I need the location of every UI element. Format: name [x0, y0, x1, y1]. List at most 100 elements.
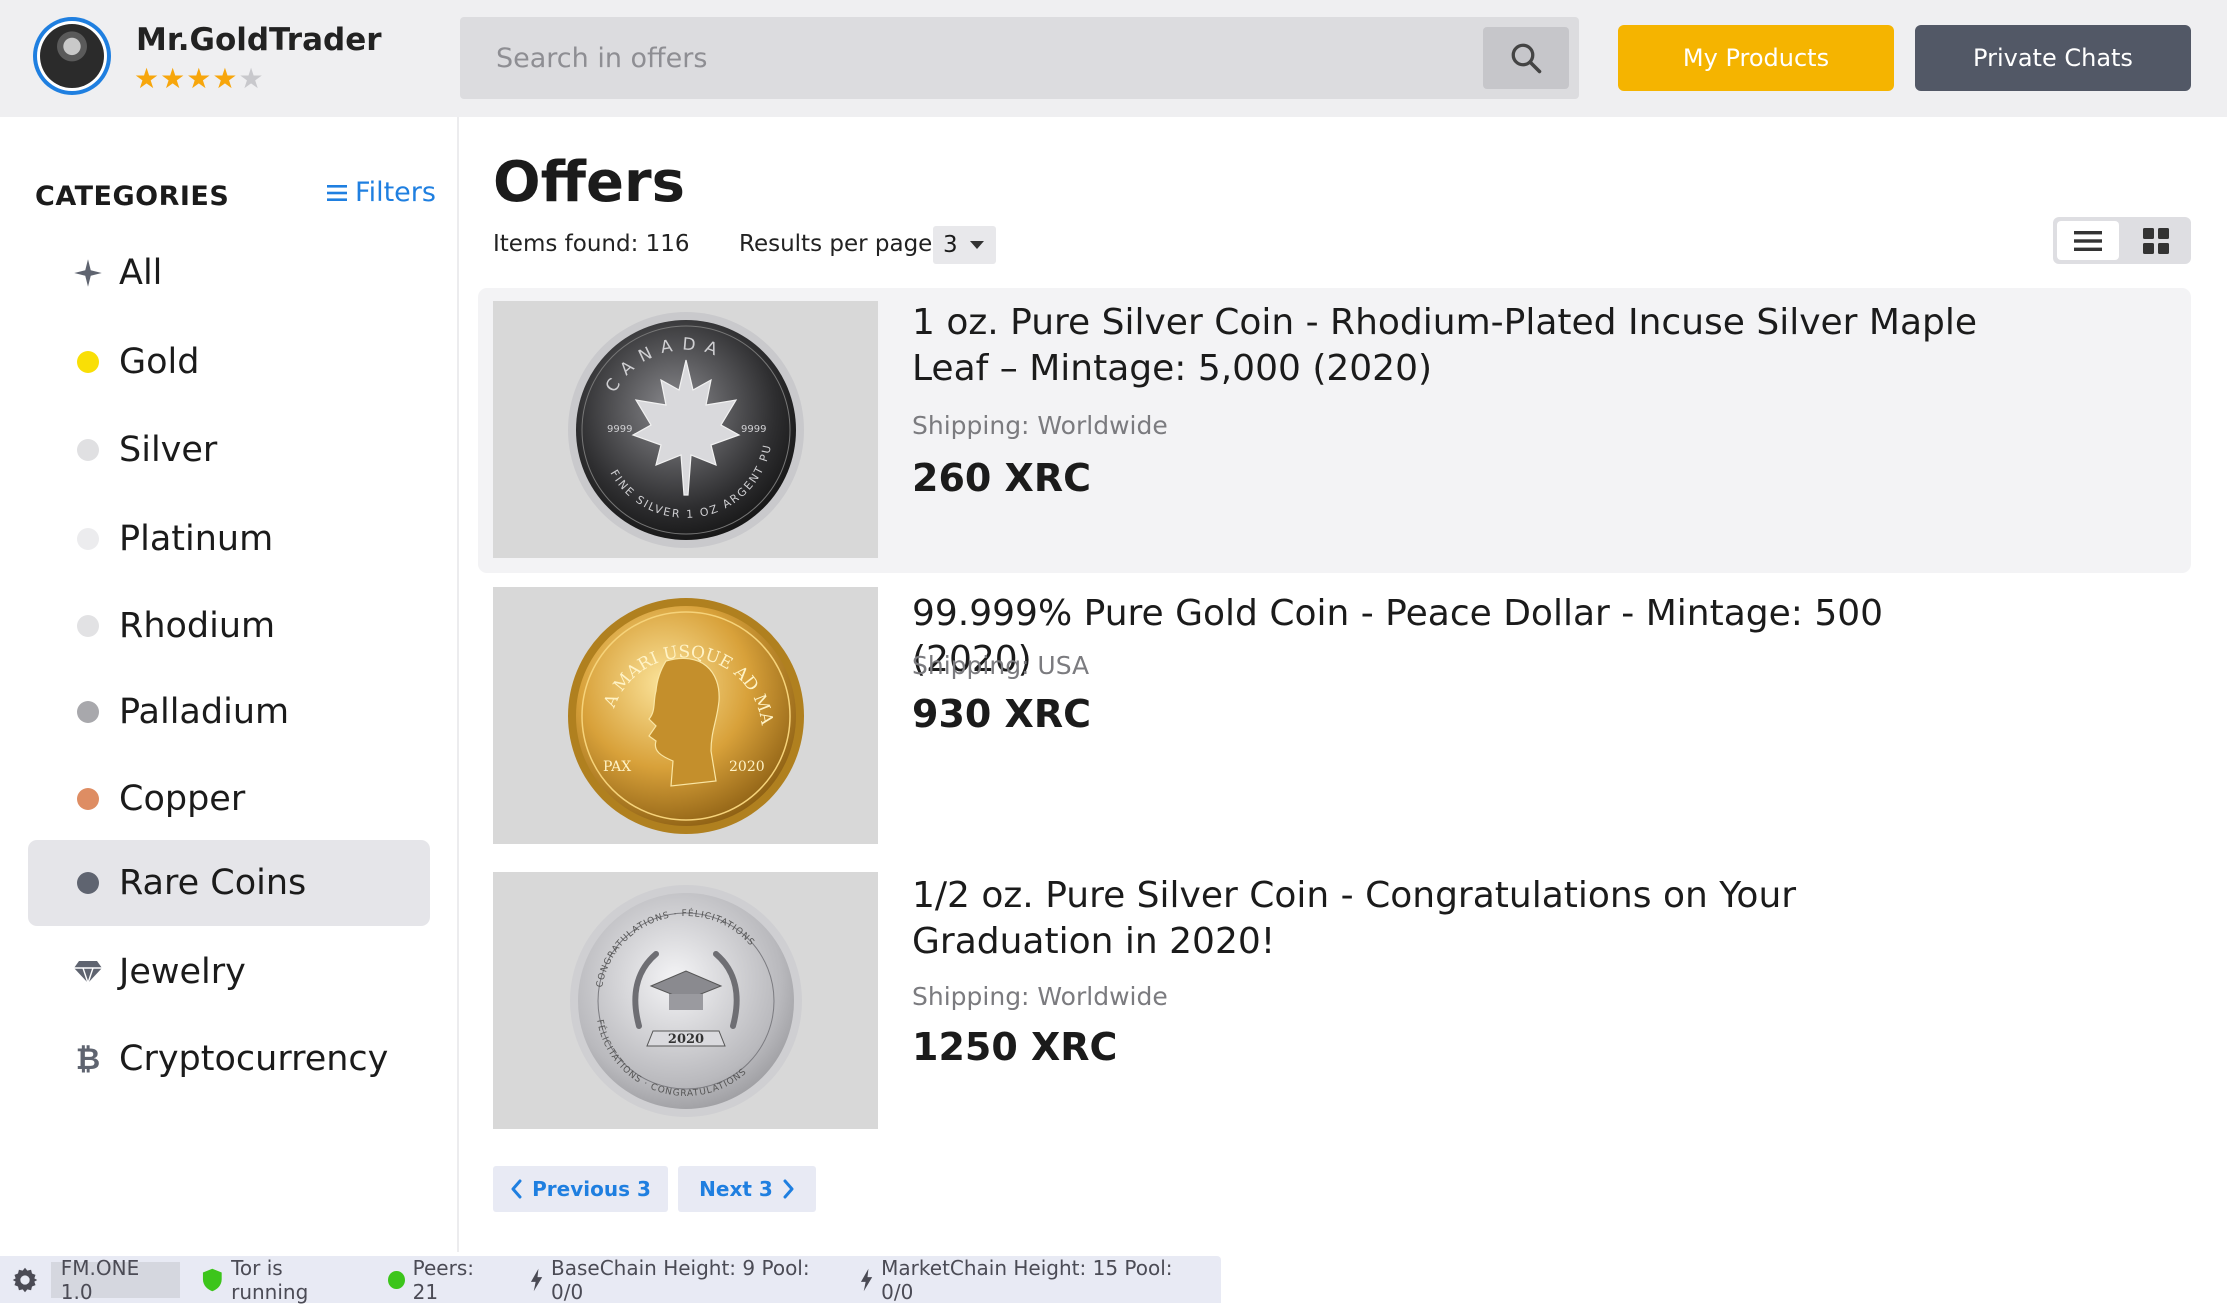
offer-image[interactable]: A MARI USQUE AD MARE PAX 2020 [493, 587, 878, 844]
tor-status: Tor is running [202, 1256, 357, 1304]
next-page-button[interactable]: Next 3 [678, 1166, 816, 1212]
tor-status-label: Tor is running [231, 1255, 309, 1304]
silver-maple-coin-image: CANADA 9999 9999 FINE SILVER 1 OZ ARGENT… [561, 305, 804, 548]
search-input[interactable] [460, 17, 1480, 99]
app-version: FM.ONE 1.0 [50, 1256, 181, 1304]
list-view-button[interactable] [2057, 221, 2119, 260]
offer-image[interactable]: CANADA 9999 9999 FINE SILVER 1 OZ ARGENT… [493, 301, 878, 558]
category-cryptocurrency[interactable]: ₿ Cryptocurrency [28, 1016, 430, 1102]
category-rhodium[interactable]: Rhodium [28, 583, 430, 669]
list-view-icon [2074, 230, 2102, 251]
coin-right-mark: 2020 [729, 759, 765, 775]
categories-sidebar: CATEGORIES Filters All Gold Silver Plati… [0, 117, 459, 1252]
star-filled-icon: ★ [160, 62, 187, 95]
category-label: Platinum [119, 519, 274, 559]
category-rare-coins[interactable]: Rare Coins [28, 840, 430, 926]
category-label: Gold [119, 342, 200, 382]
grid-view-button[interactable] [2125, 221, 2187, 260]
coin-left-mark: 9999 [607, 424, 632, 435]
private-chats-button[interactable]: Private Chats [1915, 25, 2191, 91]
results-per-page-label: Results per page [739, 231, 933, 257]
chevron-right-icon [783, 1179, 794, 1199]
offer-price: 1250 XRC [912, 1025, 1118, 1069]
coin-right-mark: 9999 [741, 424, 766, 435]
user-rating: ★★★★★ [134, 62, 265, 95]
shield-icon [203, 1268, 223, 1291]
settings-button[interactable] [0, 1256, 51, 1303]
offer-shipping: Shipping: Worldwide [912, 982, 1168, 1011]
category-label: Palladium [119, 692, 290, 732]
star-filled-icon: ★ [186, 62, 213, 95]
basechain-status: BaseChain Height: 9 Pool: 0/0 [530, 1256, 830, 1304]
peers-status: Peers: 21 [387, 1255, 500, 1304]
filters-label: Filters [355, 177, 436, 208]
offer-title[interactable]: 1/2 oz. Pure Silver Coin - Congratulatio… [912, 873, 1982, 965]
category-jewelry[interactable]: Jewelry [28, 929, 430, 1015]
offer-shipping: Shipping: Worldwide [912, 411, 1168, 440]
offer-image[interactable]: 2020 CONGRATULATIONS · FÉLICITATIONS FÉL… [493, 872, 878, 1129]
chevron-left-icon [511, 1179, 522, 1199]
sparkle-icon [74, 259, 102, 287]
gold-dot-icon [77, 351, 99, 373]
category-all[interactable]: All [28, 230, 430, 316]
category-label: Cryptocurrency [119, 1039, 389, 1079]
offer-card[interactable]: A MARI USQUE AD MARE PAX 2020 99.999% Pu… [478, 575, 2191, 860]
silver-graduation-coin-image: 2020 CONGRATULATIONS · FÉLICITATIONS FÉL… [569, 884, 802, 1117]
category-label: Jewelry [119, 952, 246, 992]
items-found-count: Items found: 116 [493, 231, 690, 257]
star-filled-icon: ★ [134, 62, 161, 95]
caret-down-icon [969, 241, 984, 249]
view-mode-toggle [2053, 217, 2191, 264]
star-filled-icon: ★ [212, 62, 239, 95]
offer-card[interactable]: 2020 CONGRATULATIONS · FÉLICITATIONS FÉL… [478, 860, 2191, 1145]
user-avatar[interactable] [33, 17, 111, 95]
category-label: Rare Coins [119, 863, 307, 903]
search-bar [460, 17, 1579, 99]
filters-button[interactable]: Filters [327, 177, 436, 208]
categories-title: CATEGORIES [35, 181, 230, 212]
avatar-photo [40, 24, 104, 88]
search-icon [1511, 43, 1542, 74]
star-empty-icon: ★ [238, 62, 265, 95]
marketchain-label: MarketChain Height: 15 Pool: 0/0 [881, 1255, 1173, 1304]
my-products-button[interactable]: My Products [1618, 25, 1894, 91]
grid-view-icon [2143, 227, 2169, 254]
gold-peace-dollar-image: A MARI USQUE AD MARE PAX 2020 [561, 591, 804, 834]
basechain-label: BaseChain Height: 9 Pool: 0/0 [551, 1255, 810, 1304]
platinum-dot-icon [77, 528, 99, 550]
copper-dot-icon [77, 788, 99, 810]
category-label: Silver [119, 430, 218, 470]
offer-shipping: Shipping: USA [912, 651, 1090, 680]
coin-left-mark: PAX [603, 759, 631, 775]
top-header: Mr.GoldTrader ★★★★★ My Products Private … [0, 0, 2227, 117]
category-label: Copper [119, 779, 246, 819]
category-label: Rhodium [119, 606, 276, 646]
lightning-icon [860, 1268, 873, 1291]
diamond-icon [74, 961, 102, 985]
next-page-label: Next 3 [699, 1177, 773, 1201]
category-silver[interactable]: Silver [28, 407, 430, 493]
page-title: Offers [493, 150, 685, 215]
online-dot-icon [387, 1270, 405, 1289]
offer-title[interactable]: 1 oz. Pure Silver Coin - Rhodium-Plated … [912, 300, 1982, 392]
offer-price: 260 XRC [912, 456, 1091, 500]
category-platinum[interactable]: Platinum [28, 496, 430, 582]
username: Mr.GoldTrader [136, 22, 382, 58]
category-label: All [119, 253, 163, 293]
results-per-page-select[interactable]: 3 [933, 226, 996, 264]
bitcoin-icon: ₿ [75, 1041, 101, 1077]
offer-card[interactable]: CANADA 9999 9999 FINE SILVER 1 OZ ARGENT… [478, 288, 2191, 573]
search-button[interactable] [1483, 27, 1569, 89]
gear-icon [13, 1267, 38, 1292]
filter-lines-icon [327, 184, 347, 201]
results-per-page-value: 3 [943, 232, 958, 258]
rhodium-dot-icon [77, 615, 99, 637]
previous-page-button[interactable]: Previous 3 [493, 1166, 668, 1212]
palladium-dot-icon [77, 701, 99, 723]
category-palladium[interactable]: Palladium [28, 669, 430, 755]
silver-dot-icon [77, 439, 99, 461]
category-gold[interactable]: Gold [28, 319, 430, 405]
offer-price: 930 XRC [912, 692, 1091, 736]
peers-label: Peers: 21 [412, 1255, 474, 1304]
category-copper[interactable]: Copper [28, 756, 430, 842]
